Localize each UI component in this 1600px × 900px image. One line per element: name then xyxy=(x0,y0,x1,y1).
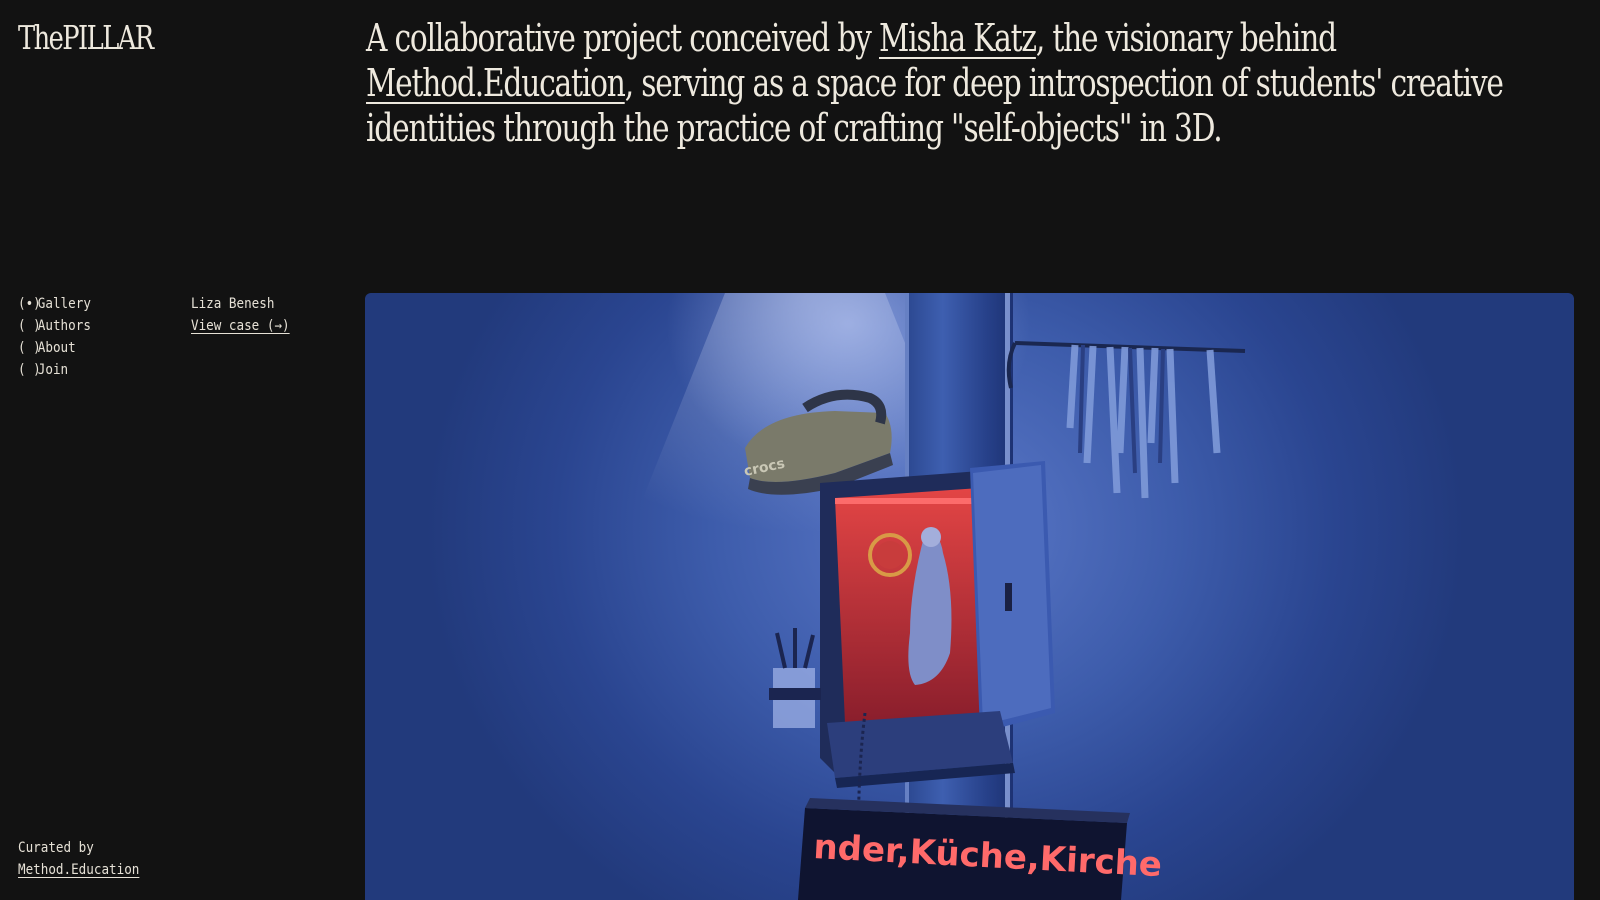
nav-item-gallery[interactable]: (•)Gallery xyxy=(18,293,91,315)
nav-item-join[interactable]: ( )Join xyxy=(18,359,91,381)
intro-text-1: A collaborative project conceived by xyxy=(366,16,879,60)
nav-item-label: About xyxy=(37,340,76,356)
intro-statement: A collaborative project conceived by Mis… xyxy=(366,16,1536,151)
radio-empty-icon: ( ) xyxy=(18,362,41,378)
radio-selected-icon: (•) xyxy=(18,296,41,312)
author-link[interactable]: Misha Katz xyxy=(879,16,1037,60)
case-author-name: Liza Benesh xyxy=(191,296,275,312)
radio-empty-icon: ( ) xyxy=(18,340,41,356)
nav-item-label: Join xyxy=(37,362,69,378)
led-sign: nder,Küche,Kirche xyxy=(797,798,1163,900)
curator-link[interactable]: Method.Education xyxy=(18,862,139,878)
page: ThePILLAR A collaborative project concei… xyxy=(0,0,1600,900)
nav-item-label: Gallery xyxy=(37,296,91,312)
nav-item-authors[interactable]: ( )Authors xyxy=(18,315,91,337)
main-nav: (•)Gallery ( )Authors ( )About ( )Join xyxy=(18,293,91,381)
intro-text-2: , the visionary behind xyxy=(1035,16,1337,60)
curated-by-label: Curated by xyxy=(18,840,94,856)
nav-item-about[interactable]: ( )About xyxy=(18,337,91,359)
shrine-box xyxy=(820,461,1055,788)
nav-item-label: Authors xyxy=(37,318,91,334)
curated-by: Curated by Method.Education xyxy=(18,837,139,881)
pencil-cup xyxy=(769,628,821,728)
gallery-hero-image[interactable]: crocs nder,Küche,Kirche xyxy=(365,293,1574,900)
shrine-pillar-artwork: crocs nder,Küche,Kirche xyxy=(605,293,1246,900)
case-info: Liza Benesh View case (→) xyxy=(191,293,290,337)
radio-empty-icon: ( ) xyxy=(18,318,41,334)
view-case-link[interactable]: View case (→) xyxy=(191,318,290,334)
method-education-link[interactable]: Method.Education xyxy=(366,61,626,105)
site-logo[interactable]: ThePILLAR xyxy=(18,18,154,57)
